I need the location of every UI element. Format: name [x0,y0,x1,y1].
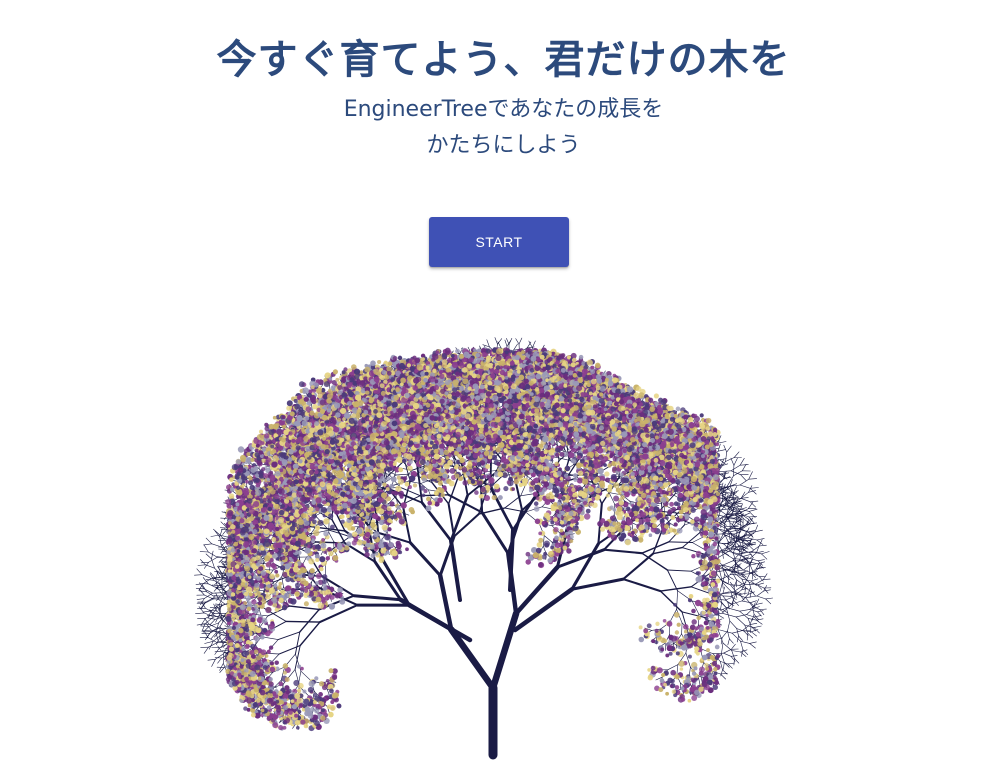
tree-illustration [0,0,1007,775]
fractal-tree-icon [0,0,1007,775]
tree-blossoms [225,347,721,731]
